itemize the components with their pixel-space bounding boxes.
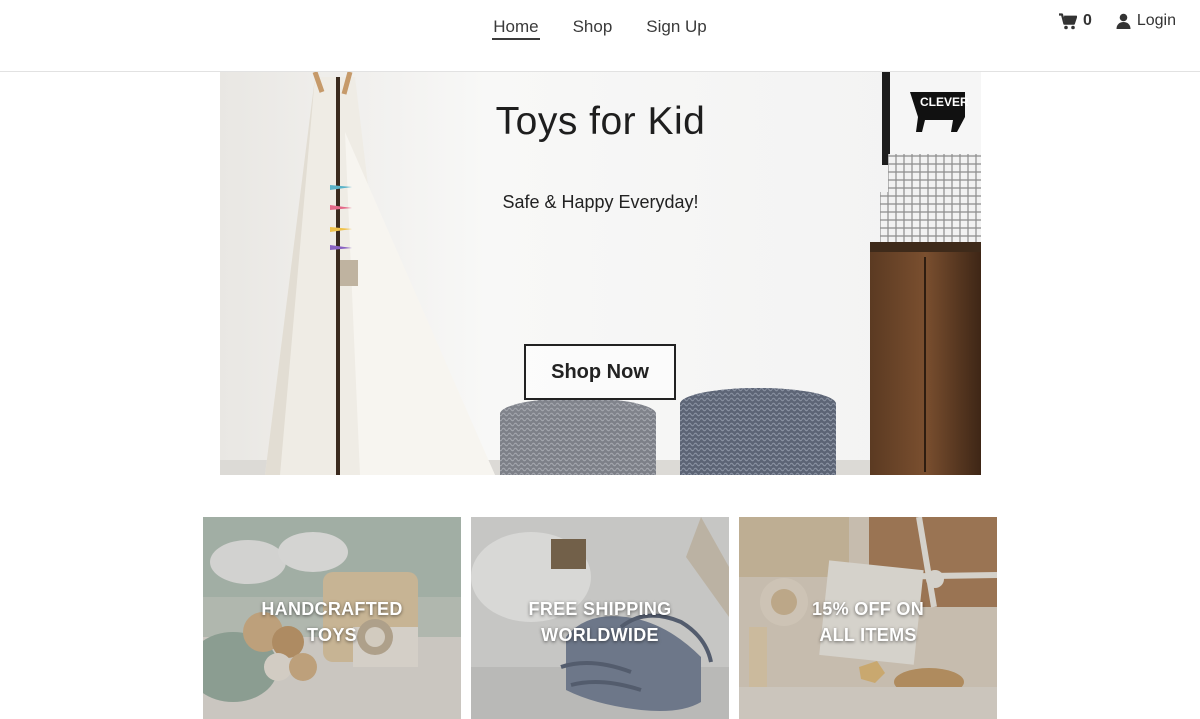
nav-home-link[interactable]: Home [492, 17, 540, 40]
cart-icon [1058, 12, 1077, 30]
header-tools: 0 Login [1058, 12, 1176, 30]
feature-tile-handcrafted[interactable]: HANDCRAFTED TOYS [203, 517, 461, 719]
feature-label-discount: 15% OFF ON ALL ITEMS [739, 596, 997, 648]
feature-label-handcrafted: HANDCRAFTED TOYS [203, 596, 461, 648]
feature-label-line2: WORLDWIDE [541, 625, 659, 645]
feature-label-line2: TOYS [307, 625, 357, 645]
hero-subtitle: Safe & Happy Everyday! [502, 192, 699, 212]
feature-tile-discount[interactable]: 15% OFF ON ALL ITEMS [739, 517, 997, 719]
feature-label-line2: ALL ITEMS [819, 625, 917, 645]
hero-banner: CLEVER Toys for Kid Safe & Happy Everyda… [220, 72, 981, 475]
feature-label-line1: HANDCRAFTED [261, 599, 403, 619]
login-button[interactable]: Login [1116, 12, 1176, 30]
login-label: Login [1136, 12, 1176, 29]
cart-count: 0 [1082, 12, 1092, 29]
feature-tile-shipping[interactable]: FREE SHIPPING WORLDWIDE [471, 517, 729, 719]
feature-tiles: HANDCRAFTED TOYS FREE SHIPPING WORLDWIDE [203, 517, 997, 719]
main-nav: Home Shop Sign Up [0, 17, 1200, 41]
nav-signup-link[interactable]: Sign Up [645, 17, 707, 41]
feature-label-line1: 15% OFF ON [811, 599, 925, 619]
feature-label-shipping: FREE SHIPPING WORLDWIDE [471, 596, 729, 648]
nav-shop-link[interactable]: Shop [572, 17, 614, 41]
cart-button[interactable]: 0 [1058, 12, 1092, 30]
shop-now-button[interactable]: Shop Now [524, 344, 676, 400]
hero-title: Toys for Kid [495, 100, 706, 143]
site-header: Home Shop Sign Up 0 Login [0, 0, 1200, 72]
feature-label-line1: FREE SHIPPING [528, 599, 672, 619]
user-icon [1116, 13, 1131, 29]
